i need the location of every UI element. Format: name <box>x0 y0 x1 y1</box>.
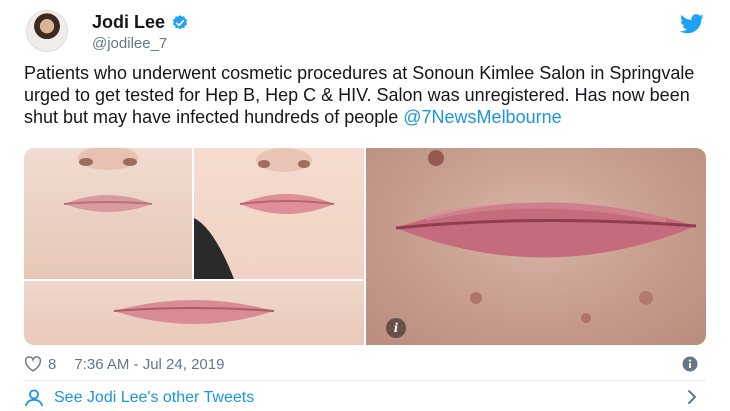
media-photo-2[interactable] <box>194 148 364 279</box>
tweet-body: Patients who underwent cosmetic procedur… <box>24 63 695 127</box>
other-tweets-row[interactable]: See Jodi Lee's other Tweets <box>24 387 706 409</box>
avatar[interactable] <box>26 10 68 52</box>
like-button[interactable]: 8 <box>24 356 56 373</box>
author-name-row[interactable]: Jodi Lee <box>92 12 189 33</box>
info-icon[interactable] <box>682 356 698 372</box>
chevron-right-icon[interactable] <box>686 389 698 405</box>
person-icon <box>25 389 43 407</box>
media-photo-4[interactable] <box>366 148 706 345</box>
media-photo-1[interactable] <box>24 148 192 279</box>
verified-badge-icon <box>172 14 188 29</box>
heart-icon <box>24 356 42 372</box>
tweet-meta-row: 8 7:36 AM - Jul 24, 2019 <box>24 354 706 374</box>
photo-1-drawing <box>63 148 153 212</box>
photo-4-drawing <box>395 150 697 323</box>
photo-2-drawing <box>194 148 335 279</box>
other-tweets-link[interactable]: See Jodi Lee's other Tweets <box>54 389 254 407</box>
twitter-bird-icon[interactable] <box>680 14 704 34</box>
divider <box>24 380 706 381</box>
author-name[interactable]: Jodi Lee <box>92 12 165 33</box>
media-grid[interactable]: i <box>24 148 706 345</box>
mention-link[interactable]: @7NewsMelbourne <box>403 107 561 127</box>
media-photo-3[interactable] <box>24 281 364 345</box>
photo-3-drawing <box>113 300 275 324</box>
like-count: 8 <box>48 355 57 373</box>
tweet-card: Jodi Lee @jodilee_7 Patients who underwe… <box>0 0 730 411</box>
timestamp-link[interactable]: 7:36 AM - Jul 24, 2019 <box>74 356 224 373</box>
author-handle[interactable]: @jodilee_7 <box>92 35 167 52</box>
media-info-icon[interactable]: i <box>386 318 406 338</box>
tweet-text: Patients who underwent cosmetic procedur… <box>24 62 704 128</box>
